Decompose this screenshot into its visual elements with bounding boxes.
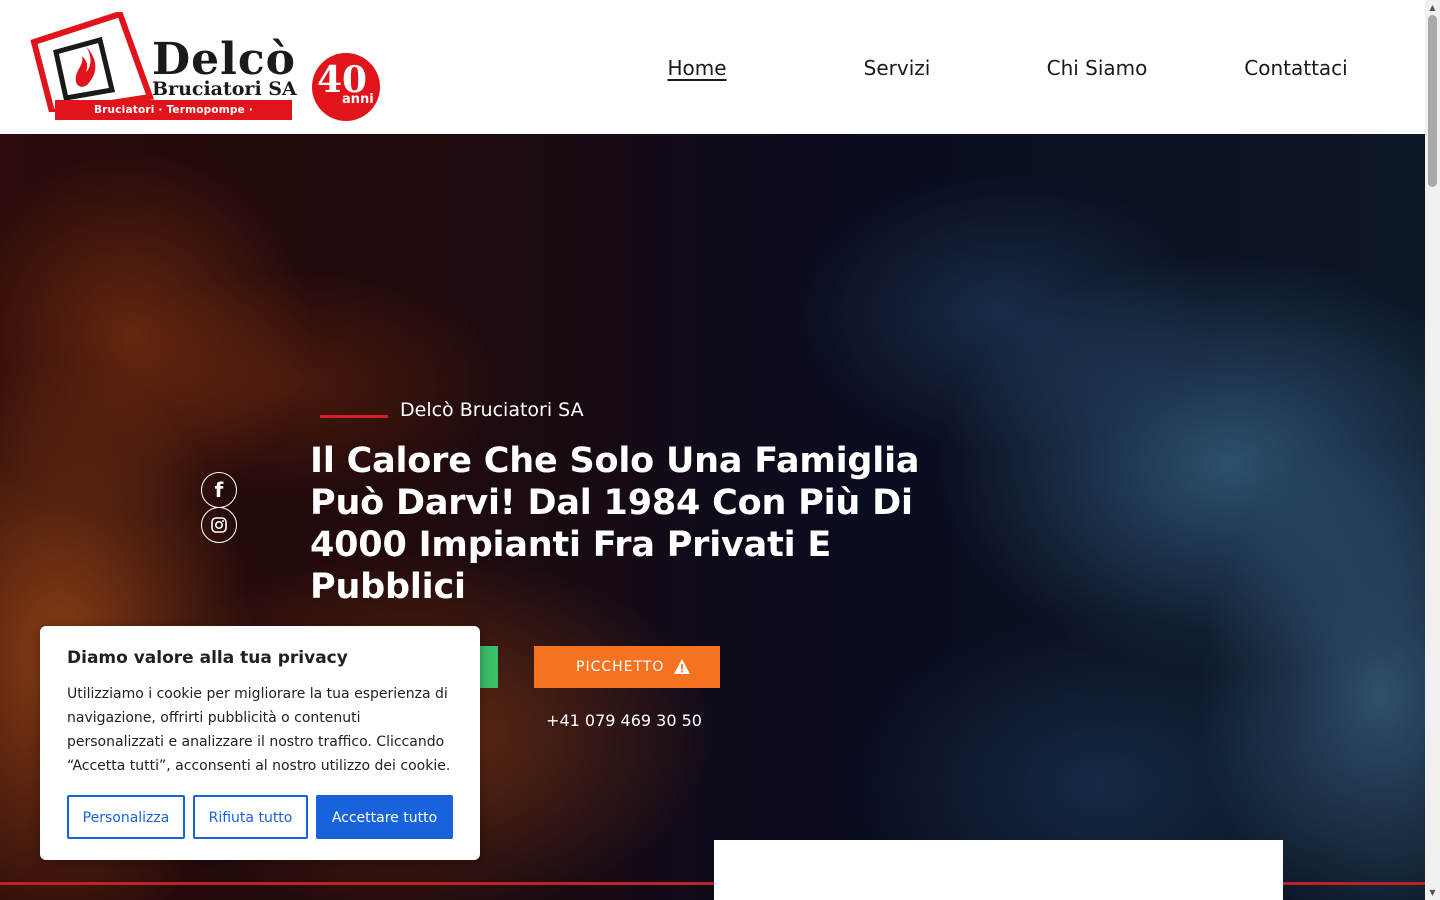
content-card-top: [714, 840, 1283, 900]
nav-chi-siamo[interactable]: Chi Siamo: [1007, 54, 1187, 82]
logo-tagline: Bruciatori · Termopompe · Climatizzatori: [55, 100, 292, 136]
cookie-title: Diamo valore alla tua privacy: [67, 648, 348, 668]
anniversary-badge: 40 anni: [312, 53, 380, 121]
facebook-icon[interactable]: f: [201, 472, 237, 508]
customize-button[interactable]: Personalizza: [67, 795, 185, 839]
scroll-down-arrow-icon[interactable]: ▼: [1425, 885, 1440, 900]
nav-servizi[interactable]: Servizi: [807, 54, 987, 82]
instagram-icon[interactable]: [201, 507, 237, 543]
nav-home[interactable]: Home: [607, 54, 787, 82]
cookie-consent-dialog: Diamo valore alla tua privacy Utilizziam…: [40, 626, 480, 860]
scrollbar-thumb[interactable]: [1428, 15, 1437, 187]
nav-contattaci[interactable]: Contattaci: [1206, 54, 1386, 82]
cookie-description: Utilizziamo i cookie per migliorare la t…: [67, 686, 451, 774]
phone-number[interactable]: +41 079 469 30 50: [534, 708, 714, 734]
warning-icon: [674, 659, 690, 674]
page-scrollbar[interactable]: ▲ ▼: [1425, 0, 1440, 900]
reject-all-button[interactable]: Rifiuta tutto: [193, 795, 308, 839]
facebook-glyph: f: [214, 478, 224, 502]
picchetto-label: PICCHETTO: [576, 659, 665, 675]
company-logo[interactable]: Delcò Bruciatori SA Bruciatori · Termopo…: [30, 12, 300, 136]
badge-word: anni: [342, 92, 374, 107]
flame-house-logo-icon: [30, 12, 155, 112]
site-header: Delcò Bruciatori SA Bruciatori · Termopo…: [0, 0, 1425, 136]
hero-headline: Il Calore Che Solo Una Famiglia Può Darv…: [310, 441, 920, 607]
picchetto-button[interactable]: PICCHETTO: [534, 646, 720, 688]
scroll-up-arrow-icon[interactable]: ▲: [1425, 0, 1440, 15]
accept-all-button[interactable]: Accettare tutto: [316, 795, 453, 839]
instagram-glyph: [211, 517, 227, 533]
eyebrow-accent-line: [320, 415, 388, 418]
logo-subname: Bruciatori SA: [152, 78, 297, 100]
hero-eyebrow: Delcò Bruciatori SA: [400, 399, 584, 421]
logo-name: Delcò: [152, 34, 297, 85]
